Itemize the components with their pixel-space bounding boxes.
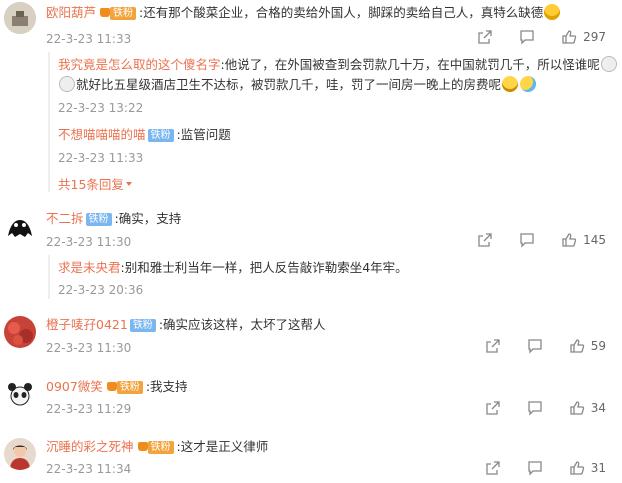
- comment-text: :我支持: [145, 379, 188, 394]
- like-button[interactable]: 31: [569, 460, 606, 476]
- username[interactable]: 橙子唛孖0421: [46, 317, 128, 332]
- username[interactable]: 沉睡的彩之死神: [46, 439, 134, 454]
- comment-button[interactable]: [519, 232, 535, 248]
- fan-badge: 铁粉: [116, 381, 143, 394]
- username[interactable]: 不想喵喵喵的喵: [58, 127, 146, 142]
- fan-badge: 铁粉: [129, 319, 156, 332]
- emoji-icon: [600, 56, 617, 72]
- comment-text: :确实，支持: [114, 211, 182, 226]
- like-icon: [562, 233, 577, 247]
- comment-button[interactable]: [527, 460, 543, 476]
- comment-actions: 297: [451, 29, 606, 45]
- comment-actions: 145: [451, 232, 606, 248]
- like-count: 34: [590, 401, 606, 415]
- avatar[interactable]: [4, 438, 36, 470]
- like-icon: [570, 339, 584, 353]
- comment-icon: [520, 30, 534, 45]
- reply-time: 22-3-23 13:22: [58, 101, 144, 115]
- comment-actions: 31: [459, 460, 606, 476]
- crown-icon: [137, 442, 148, 451]
- comment-time: 22-3-23 11:30: [46, 341, 132, 355]
- share-button[interactable]: [485, 460, 501, 476]
- avatar[interactable]: [4, 2, 36, 34]
- like-count: 31: [590, 461, 606, 475]
- reply-list: 我究竟是怎么取的这个傻名字:他说了，在外国被查到会罚款几十万，在中国就罚几千，所…: [48, 52, 618, 192]
- like-button[interactable]: 145: [561, 232, 606, 248]
- avatar[interactable]: [4, 316, 36, 348]
- crown-icon: [100, 8, 111, 17]
- crown-icon: [106, 382, 117, 391]
- comment-icon: [528, 461, 542, 476]
- share-button[interactable]: [477, 29, 493, 45]
- more-replies-link[interactable]: 共15条回复: [58, 176, 134, 194]
- reply-text: :他说了，在外国被查到会罚款几十万，在中国就罚几千，所以怪谁呢: [220, 57, 600, 72]
- comment-button[interactable]: [527, 400, 543, 416]
- username[interactable]: 0907微笑: [46, 379, 103, 394]
- comment-icon: [528, 401, 542, 416]
- share-icon: [486, 339, 500, 353]
- chevron-down-icon: [125, 182, 132, 186]
- comment-actions: 34: [459, 400, 606, 416]
- comment-time: 22-3-23 11:33: [46, 32, 132, 46]
- reply-text: :监管问题: [176, 127, 231, 142]
- avatar[interactable]: [4, 378, 36, 410]
- like-button[interactable]: 59: [569, 338, 606, 354]
- share-button[interactable]: [477, 232, 493, 248]
- fan-badge: 铁粉: [147, 129, 174, 142]
- share-button[interactable]: [485, 400, 501, 416]
- comment-icon: [520, 233, 534, 248]
- like-button[interactable]: 34: [569, 400, 606, 416]
- comment-icon: [528, 339, 542, 354]
- comment-line: 不二拆 铁粉:确实，支持: [46, 210, 181, 228]
- comment-line: 沉睡的彩之死神 铁粉:这才是正义律师: [46, 438, 268, 456]
- comment-line: 欧阳葫芦 铁粉:还有那个酸菜企业，合格的卖给外国人，脚踩的卖给自己人，真特么缺德: [46, 4, 561, 22]
- comment-line: 橙子唛孖0421 铁粉:确实应该这样，太坏了这帮人: [46, 316, 326, 334]
- username[interactable]: 欧阳葫芦: [46, 5, 96, 20]
- like-icon: [562, 30, 577, 44]
- fan-badge: 铁粉: [85, 213, 112, 226]
- share-button[interactable]: [485, 338, 501, 354]
- reply-time: 22-3-23 11:33: [58, 151, 144, 165]
- username[interactable]: 不二拆: [46, 211, 84, 226]
- reply-list: 求是未央君:别和雅士利当年一样，把人反告敲诈勒索坐4年牢。 22-3-23 20…: [48, 255, 618, 299]
- like-count: 297: [583, 30, 606, 44]
- reply-item: 求是未央君:别和雅士利当年一样，把人反告敲诈勒索坐4年牢。: [58, 259, 408, 277]
- share-icon: [486, 401, 500, 415]
- comment-button[interactable]: [519, 29, 535, 45]
- fan-badge: 铁粉: [147, 441, 174, 454]
- reply-text: 就好比五星级酒店卫生不达标，被罚款几千，哇，罚了一间房一晚上的房费呢: [76, 77, 502, 92]
- share-icon: [478, 30, 492, 44]
- share-icon: [478, 233, 492, 247]
- like-button[interactable]: 297: [561, 29, 606, 45]
- emoji-icon: [520, 76, 537, 92]
- emoji-icon: [544, 4, 561, 20]
- comment-time: 22-3-23 11:34: [46, 462, 132, 476]
- comment-actions: 59: [459, 338, 606, 354]
- username[interactable]: 我究竟是怎么取的这个傻名字: [58, 57, 221, 72]
- comment-text: :还有那个酸菜企业，合格的卖给外国人，脚踩的卖给自己人，真特么缺德: [139, 5, 544, 20]
- emoji-icon: [59, 76, 75, 92]
- fan-badge: 铁粉: [110, 7, 137, 20]
- like-icon: [570, 401, 584, 415]
- avatar[interactable]: [4, 210, 36, 242]
- reply-item: 我究竟是怎么取的这个傻名字:他说了，在外国被查到会罚款几十万，在中国就罚几千，所…: [58, 56, 618, 74]
- reply-time: 22-3-23 20:36: [58, 283, 144, 297]
- like-count: 59: [590, 339, 606, 353]
- like-count: 145: [583, 233, 606, 247]
- emoji-icon: [502, 76, 519, 92]
- comment-line: 0907微笑 铁粉:我支持: [46, 378, 188, 396]
- comment-button[interactable]: [527, 338, 543, 354]
- share-icon: [486, 461, 500, 475]
- like-icon: [570, 461, 584, 475]
- username[interactable]: 求是未央君: [58, 260, 121, 275]
- reply-text: :别和雅士利当年一样，把人反告敲诈勒索坐4年牢。: [120, 260, 408, 275]
- comment-time: 22-3-23 11:29: [46, 402, 132, 416]
- reply-item-cont: 就好比五星级酒店卫生不达标，被罚款几千，哇，罚了一间房一晚上的房费呢: [58, 76, 537, 94]
- reply-item: 不想喵喵喵的喵 铁粉:监管问题: [58, 126, 231, 144]
- comment-time: 22-3-23 11:30: [46, 235, 132, 249]
- comment-text: :这才是正义律师: [176, 439, 269, 454]
- comment-text: :确实应该这样，太坏了这帮人: [158, 317, 326, 332]
